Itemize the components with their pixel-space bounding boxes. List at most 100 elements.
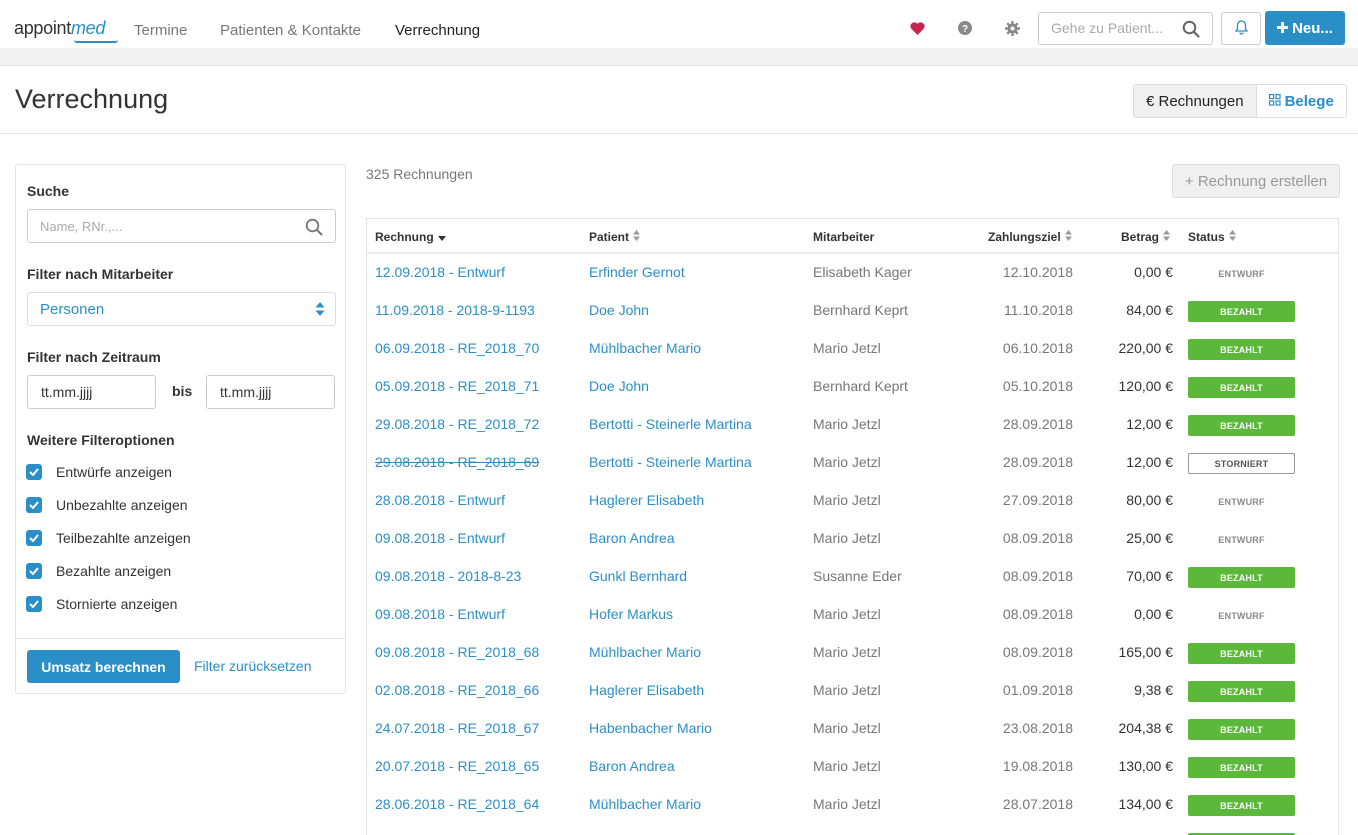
invoice-link[interactable]: 09.08.2018 - Entwurf [375, 606, 505, 622]
notifications-button[interactable] [1221, 12, 1261, 45]
invoice-link[interactable]: 09.08.2018 - RE_2018_68 [375, 644, 539, 660]
create-invoice-button[interactable]: + Rechnung erstellen [1172, 164, 1340, 198]
table-row[interactable]: 09.08.2018 - RE_2018_68 Mühlbacher Mario M… [367, 634, 1338, 672]
table-row[interactable]: 29.08.2018 - RE_2018_69 Bertotti - Steine… [367, 444, 1338, 482]
view-switcher: € Rechnungen Belege [1133, 84, 1347, 118]
table-row[interactable]: 09.08.2018 - Entwurf Hofer Markus Mario Je… [367, 596, 1338, 634]
checkbox-checked-icon[interactable] [26, 530, 42, 546]
new-button[interactable]: Neu... [1265, 11, 1345, 45]
checkbox-show-paid[interactable]: Bezahlte anzeigen [26, 563, 171, 579]
table-row[interactable]: 12.09.2018 - Entwurf Erfinder Gernot Elisa… [367, 254, 1338, 292]
employee-select[interactable]: Personen [27, 292, 336, 326]
invoice-link[interactable]: 20.07.2018 - RE_2018_65 [375, 758, 539, 774]
date-to-field[interactable]: tt.mm.jjjj [206, 375, 335, 409]
due-date: 08.09.2018 [1002, 568, 1073, 584]
invoice-link[interactable]: 28.08.2018 - Entwurf [375, 492, 505, 508]
patient-link[interactable]: Baron Andrea [589, 758, 675, 774]
patient-link[interactable]: Doe John [589, 302, 649, 318]
table-row[interactable]: 09.08.2018 - Entwurf Baron Andrea Mario Je… [367, 520, 1338, 558]
amount: 80,00 € [1126, 492, 1173, 508]
heart-icon[interactable] [909, 20, 925, 36]
invoice-count: 325 Rechnungen [366, 166, 473, 182]
table-row[interactable]: 06.09.2018 - RE_2018_70 Mühlbacher Mario M… [367, 330, 1338, 368]
nav-link-patienten[interactable]: Patienten & Kontakte [220, 22, 361, 39]
invoice-link[interactable]: 05.09.2018 - RE_2018_71 [375, 378, 539, 394]
due-date: 19.08.2018 [1002, 758, 1073, 774]
tab-belege[interactable]: Belege [1256, 85, 1346, 117]
invoice-link[interactable]: 11.09.2018 - 2018-9-1193 [375, 302, 535, 318]
patient-link[interactable]: Habenbacher Mario [589, 720, 712, 736]
invoice-link[interactable]: 12.09.2018 - Entwurf [375, 264, 505, 280]
patient-link[interactable]: Haglerer Elisabeth [589, 682, 704, 698]
table-row[interactable]: 11.09.2018 - 2018-9-1193 Doe John Bernhard… [367, 292, 1338, 330]
table-row[interactable]: 24.07.2018 - RE_2018_67 Habenbacher Mario… [367, 710, 1338, 748]
column-header-due[interactable]: Zahlungsziel [988, 230, 1072, 244]
patient-link[interactable]: Mühlbacher Mario [589, 796, 701, 812]
checkbox-label: Unbezahlte anzeigen [56, 497, 188, 513]
patient-link[interactable]: Gunkl Bernhard [589, 568, 687, 584]
due-date: 08.09.2018 [1002, 606, 1073, 622]
checkbox-checked-icon[interactable] [26, 563, 42, 579]
invoice-link[interactable]: 09.08.2018 - Entwurf [375, 530, 505, 546]
checkbox-checked-icon[interactable] [26, 596, 42, 612]
patient-link[interactable]: Erfinder Gernot [589, 264, 685, 280]
patient-link[interactable]: Bertotti - Steinerle Martina [589, 454, 752, 470]
invoice-link[interactable]: 28.06.2018 - RE_2018_64 [375, 796, 539, 812]
checkbox-checked-icon[interactable] [26, 497, 42, 513]
column-header-status[interactable]: Status [1188, 230, 1236, 244]
filter-search-input[interactable] [40, 219, 290, 234]
table-row[interactable]: 29.08.2018 - RE_2018_72 Bertotti - Steine… [367, 406, 1338, 444]
table-row[interactable]: 09.08.2018 - 2018-8-23 Gunkl Bernhard Susa… [367, 558, 1338, 596]
column-header-invoice[interactable]: Rechnung [375, 230, 446, 244]
app-logo[interactable]: appointmed [14, 18, 118, 43]
nav-link-verrechnung[interactable]: Verrechnung [395, 22, 480, 39]
employee-name: Mario Jetzl [813, 530, 881, 546]
bis-label: bis [172, 383, 193, 399]
search-icon[interactable] [305, 218, 323, 239]
checkbox-show-drafts[interactable]: Entwürfe anzeigen [26, 464, 172, 480]
patient-link[interactable]: Haglerer Elisabeth [589, 492, 704, 508]
help-icon[interactable]: ? [957, 20, 973, 36]
table-row[interactable]: 28.06.2018 - RE_2018_64 Mühlbacher Mario M… [367, 786, 1338, 824]
table-row[interactable]: 02.08.2018 - RE_2018_66 Haglerer Elisabet… [367, 672, 1338, 710]
column-header-patient[interactable]: Patient [589, 230, 641, 244]
patient-link[interactable]: Baron Andrea [589, 530, 675, 546]
gear-icon[interactable] [1004, 20, 1020, 36]
top-navbar: appointmed Termine Patienten & Kontakte … [0, 0, 1358, 48]
due-date: 28.07.2018 [1002, 796, 1073, 812]
nav-link-termine[interactable]: Termine [134, 22, 187, 39]
table-row[interactable]: 20.07.2018 - RE_2018_65 Baron Andrea Mario… [367, 748, 1338, 786]
invoice-link[interactable]: 29.08.2018 - RE_2018_69 [375, 454, 539, 470]
column-header-employee: Mitarbeiter [813, 230, 874, 244]
table-row[interactable]: 28.08.2018 - Entwurf Haglerer Elisabeth Ma… [367, 482, 1338, 520]
date-from-field[interactable]: tt.mm.jjjj [27, 375, 156, 409]
amount: 0,00 € [1134, 606, 1173, 622]
employee-name: Mario Jetzl [813, 416, 881, 432]
checkbox-show-partially-paid[interactable]: Teilbezahlte anzeigen [26, 530, 191, 546]
patient-link[interactable]: Mühlbacher Mario [589, 340, 701, 356]
table-row[interactable]: 05.09.2018 - RE_2018_71 Doe John Bernhard … [367, 368, 1338, 406]
checkbox-show-unpaid[interactable]: Unbezahlte anzeigen [26, 497, 188, 513]
invoice-link[interactable]: 24.07.2018 - RE_2018_67 [375, 720, 539, 736]
reset-filters-link[interactable]: Filter zurücksetzen [194, 658, 311, 674]
due-date: 08.09.2018 [1002, 644, 1073, 660]
patient-search-input[interactable] [1051, 20, 1181, 36]
invoice-link[interactable]: 29.08.2018 - RE_2018_72 [375, 416, 539, 432]
search-icon[interactable] [1182, 20, 1200, 41]
patient-link[interactable]: Doe John [589, 378, 649, 394]
invoice-link[interactable]: 09.08.2018 - 2018-8-23 [375, 568, 521, 584]
checkbox-show-cancelled[interactable]: Stornierte anzeigen [26, 596, 177, 612]
filter-search-box[interactable] [27, 209, 336, 243]
due-date: 23.08.2018 [1002, 720, 1073, 736]
compute-revenue-button[interactable]: Umsatz berechnen [27, 650, 180, 683]
status-badge: BEZAHLT [1188, 377, 1295, 398]
invoice-link[interactable]: 06.09.2018 - RE_2018_70 [375, 340, 539, 356]
invoice-link[interactable]: 02.08.2018 - RE_2018_66 [375, 682, 539, 698]
patient-link[interactable]: Bertotti - Steinerle Martina [589, 416, 752, 432]
checkbox-checked-icon[interactable] [26, 464, 42, 480]
column-header-amount[interactable]: Betrag [1121, 230, 1171, 244]
patient-search-box[interactable] [1038, 12, 1213, 45]
patient-link[interactable]: Hofer Markus [589, 606, 673, 622]
patient-link[interactable]: Mühlbacher Mario [589, 644, 701, 660]
tab-rechnungen[interactable]: € Rechnungen [1134, 85, 1257, 117]
